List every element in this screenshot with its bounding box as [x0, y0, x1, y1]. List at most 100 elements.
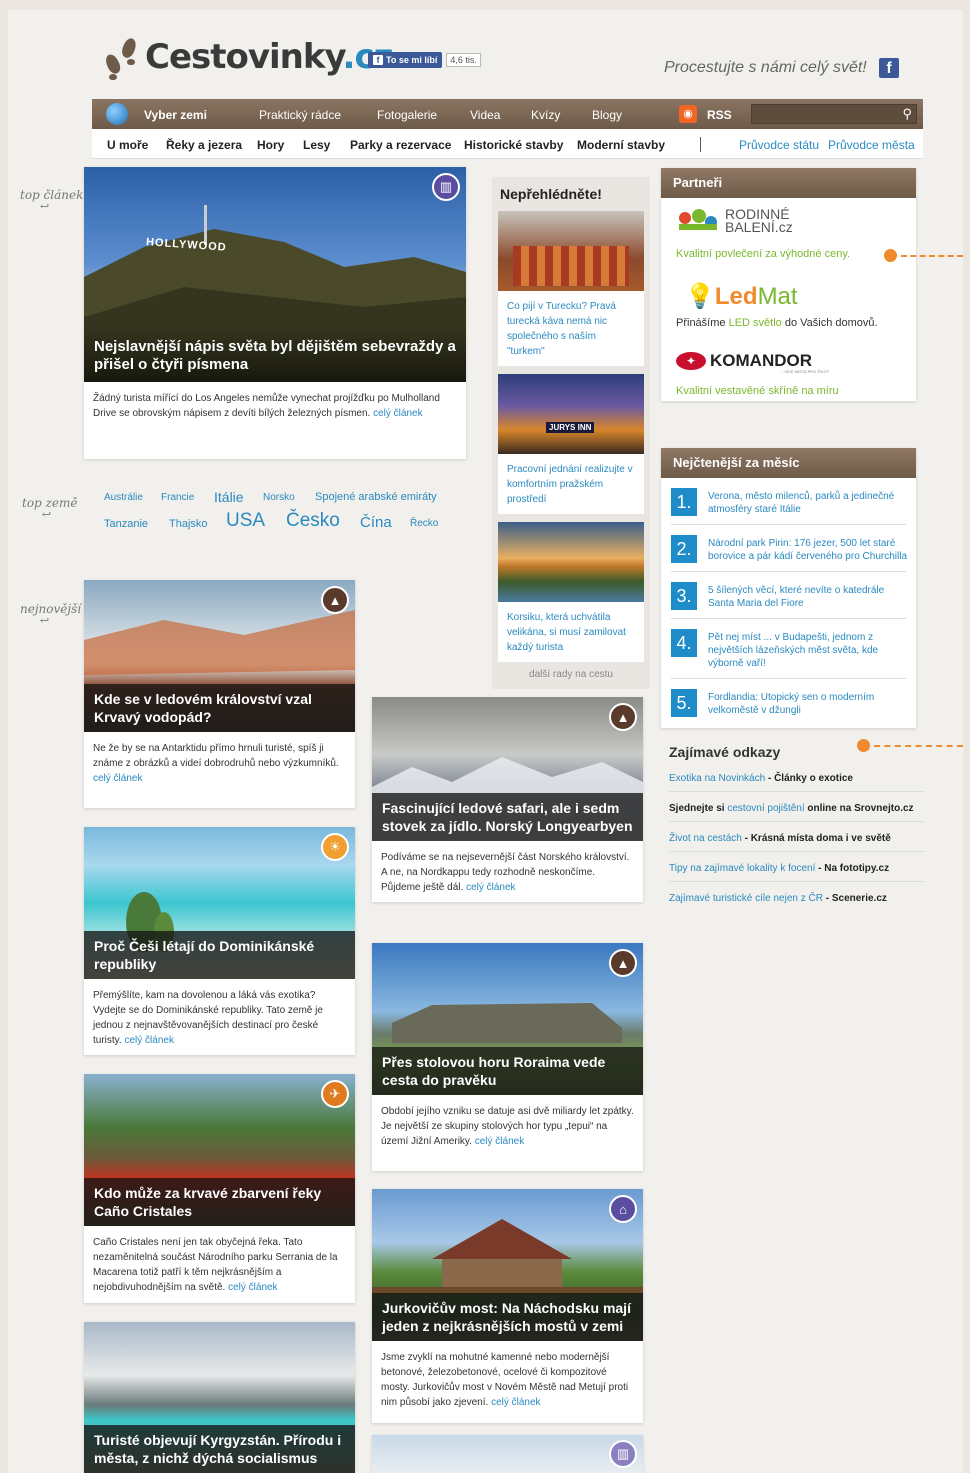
rank-number: 1. — [671, 488, 697, 516]
article-card[interactable]: ☀ Proč Češi létají do Dominikánské repub… — [84, 827, 355, 1055]
top-month-item[interactable]: Fordlandia: Utopický sen o moderním velk… — [708, 691, 908, 717]
article-title[interactable]: Kde se v ledovém království vzal Krvavý … — [84, 684, 355, 732]
dont-miss-item[interactable]: Korsiku, která uchvátila velikána, si mu… — [498, 522, 644, 662]
tag-australie[interactable]: Austrálie — [104, 492, 143, 503]
article-title[interactable]: Kdo může za krvavé zbarvení řeky Caño Cr… — [84, 1178, 355, 1226]
tag-cina[interactable]: Čína — [360, 514, 392, 531]
article-image[interactable]: ▲ Kde se v ledovém království vzal Krvav… — [84, 580, 355, 732]
more-link[interactable]: celý článek — [93, 773, 142, 784]
subnav-item-u-more[interactable]: U moře — [107, 138, 148, 152]
nav-item-prakticky-radce[interactable]: Praktický rádce — [259, 108, 341, 122]
partner-logo-komandor[interactable]: ✦ KOMANDOR — [676, 351, 812, 371]
more-link[interactable]: celý článek — [475, 1136, 524, 1147]
guide-cities-link[interactable]: Průvodce města — [828, 138, 915, 152]
tag-recko[interactable]: Řecko — [410, 518, 438, 529]
nav-item-blogy[interactable]: Blogy — [592, 108, 622, 122]
link-row[interactable]: Život na cestách - Krásná místa doma i v… — [669, 833, 925, 852]
dont-miss-item[interactable]: JURYS INN Pracovní jednání realizujte v … — [498, 374, 644, 514]
article-title[interactable]: Fascinující ledové safari, ale i sedm st… — [372, 793, 643, 841]
tag-italie[interactable]: Itálie — [214, 489, 244, 505]
dont-miss-text[interactable]: Pracovní jednání realizujte v komfortním… — [498, 454, 644, 515]
article-card[interactable]: ▲ Přes stolovou horu Roraima vede cesta … — [372, 943, 643, 1171]
tag-thajsko[interactable]: Thajsko — [169, 518, 208, 530]
article-image[interactable]: Turisté objevují Kyrgyzstán. Přírodu i m… — [84, 1322, 355, 1473]
nav-item-rss[interactable]: RSS — [707, 108, 732, 122]
top-article-card[interactable]: HOLLYWOOD ▥ Nejslavnější nápis světa byl… — [84, 167, 466, 459]
article-text: Ne že by se na Antarktidu přímo hrnuli t… — [93, 743, 339, 784]
mountain-icon: ▲ — [321, 586, 349, 614]
facebook-like[interactable]: f To se mi líbí 4,6 tis. — [368, 52, 481, 68]
link-row[interactable]: Zajímavé turistické cíle nejen z ČR - Sc… — [669, 893, 925, 911]
article-image[interactable]: ☀ Proč Češi létají do Dominikánské repub… — [84, 827, 355, 979]
tag-norsko[interactable]: Norsko — [263, 492, 295, 503]
article-card[interactable]: ✈ Kdo může za krvavé zbarvení řeky Caño … — [84, 1074, 355, 1303]
link-row[interactable]: Exotika na Novinkách - Články o exotice — [669, 773, 925, 792]
search-icon[interactable]: ⚲ — [902, 106, 912, 122]
top-month-item[interactable]: Pět nej míst ... v Budapešti, jednom z n… — [708, 631, 908, 670]
guide-states-link[interactable]: Průvodce státu — [739, 138, 819, 152]
top-month-item[interactable]: 5 šílených věcí, které nevíte o katedrál… — [708, 584, 908, 610]
partner-text-3[interactable]: Kvalitní vestavěné skříně na míru — [676, 385, 839, 397]
subnav-item-reky-jezera[interactable]: Řeky a jezera — [166, 138, 242, 152]
dont-miss-item[interactable]: Co pijí v Turecku? Pravá turecká káva ne… — [498, 211, 644, 366]
link-row[interactable]: Tipy na zajímavé lokality k focení - Na … — [669, 863, 925, 882]
article-title[interactable]: Přes stolovou horu Roraima vede cesta do… — [372, 1047, 643, 1095]
tag-cesko[interactable]: Česko — [286, 510, 340, 532]
article-card[interactable]: ▲ Fascinující ledové safari, ale i sedm … — [372, 697, 643, 902]
link-row[interactable]: Sjednejte si cestovní pojištění online n… — [669, 803, 925, 822]
dont-miss-thumb[interactable]: JURYS INN — [498, 374, 644, 454]
tag-sae[interactable]: Spojené arabské emiráty — [315, 491, 437, 503]
globe-icon — [106, 103, 128, 125]
dont-miss-text[interactable]: Co pijí v Turecku? Pravá turecká káva ne… — [498, 291, 644, 367]
beach-icon: ☀ — [321, 833, 349, 861]
article-title[interactable]: Proč Češi létají do Dominikánské republi… — [84, 931, 355, 979]
article-image[interactable]: ✈ Kdo může za krvavé zbarvení řeky Caño … — [84, 1074, 355, 1226]
more-tips-link[interactable]: další rady na cestu — [492, 669, 650, 680]
nav-item-kvizy[interactable]: Kvízy — [531, 108, 560, 122]
more-link[interactable]: celý článek — [125, 1035, 174, 1046]
top-month-item[interactable]: Verona, město milenců, parků a jedinečné… — [708, 490, 908, 516]
facebook-icon[interactable]: f — [879, 58, 899, 78]
partner-logo-rodinne-baleni[interactable]: RODINNÉ BALENÍ.cz — [677, 207, 805, 234]
partner-logo-ledmat[interactable]: 💡LedMat — [685, 282, 798, 311]
article-image[interactable]: ▲ Přes stolovou horu Roraima vede cesta … — [372, 943, 643, 1095]
search-input[interactable] — [752, 106, 892, 124]
subnav-item-lesy[interactable]: Lesy — [303, 138, 330, 152]
tag-tanzanie[interactable]: Tanzanie — [104, 518, 148, 530]
rank-number: 3. — [671, 582, 697, 610]
highlight-dash — [901, 255, 963, 257]
dont-miss-text[interactable]: Korsiku, která uchvátila velikána, si mu… — [498, 602, 644, 663]
article-card[interactable]: Turisté objevují Kyrgyzstán. Přírodu i m… — [84, 1322, 355, 1473]
site-logo[interactable]: Cestovinky.cz — [103, 34, 393, 80]
subnav-item-moderni-stavby[interactable]: Moderní stavby — [577, 138, 665, 152]
more-link[interactable]: celý článek — [466, 882, 515, 893]
top-article-image[interactable]: HOLLYWOOD ▥ Nejslavnější nápis světa byl… — [84, 167, 466, 382]
partner-text-1[interactable]: Kvalitní povlečení za výhodné ceny. — [676, 248, 850, 260]
tag-francie[interactable]: Francie — [161, 492, 194, 503]
article-card[interactable]: ⌂ Jurkovičův most: Na Náchodsku mají jed… — [372, 1189, 643, 1423]
top-month-item[interactable]: Národní park Pirin: 176 jezer, 500 let s… — [708, 537, 908, 563]
article-image[interactable]: ⌂ Jurkovičův most: Na Náchodsku mají jed… — [372, 1189, 643, 1341]
nav-item-fotogalerie[interactable]: Fotogalerie — [377, 108, 437, 122]
more-link[interactable]: celý článek — [373, 408, 422, 419]
article-card[interactable]: ▥ — [372, 1435, 643, 1473]
fb-like-button[interactable]: f To se mi líbí — [368, 52, 443, 68]
subnav-item-hory[interactable]: Hory — [257, 138, 284, 152]
rank-number: 5. — [671, 689, 697, 717]
top-article-title[interactable]: Nejslavnější nápis světa byl dějištěm se… — [84, 328, 466, 382]
nav-item-vyber-zemi[interactable]: Vyber zemi — [144, 108, 207, 122]
article-title[interactable]: Turisté objevují Kyrgyzstán. Přírodu i m… — [84, 1425, 355, 1473]
article-image[interactable]: ▲ Fascinující ledové safari, ale i sedm … — [372, 697, 643, 841]
subnav-item-parky[interactable]: Parky a rezervace — [350, 138, 451, 152]
more-link[interactable]: celý článek — [228, 1282, 277, 1293]
more-link[interactable]: celý článek — [491, 1397, 540, 1408]
tag-usa[interactable]: USA — [226, 510, 265, 532]
dont-miss-thumb[interactable] — [498, 522, 644, 602]
article-title[interactable]: Jurkovičův most: Na Náchodsku mají jeden… — [372, 1293, 643, 1341]
article-card[interactable]: ▲ Kde se v ledovém království vzal Krvav… — [84, 580, 355, 808]
partner-text-2[interactable]: Přinášíme LED světlo do Vašich domovů. — [676, 317, 878, 329]
dont-miss-thumb[interactable] — [498, 211, 644, 291]
subnav-item-historicke-stavby[interactable]: Historické stavby — [464, 138, 563, 152]
nav-item-videa[interactable]: Videa — [470, 108, 500, 122]
top-month-box: Nejčtenější za měsíc 1. Verona, město mi… — [661, 448, 916, 728]
